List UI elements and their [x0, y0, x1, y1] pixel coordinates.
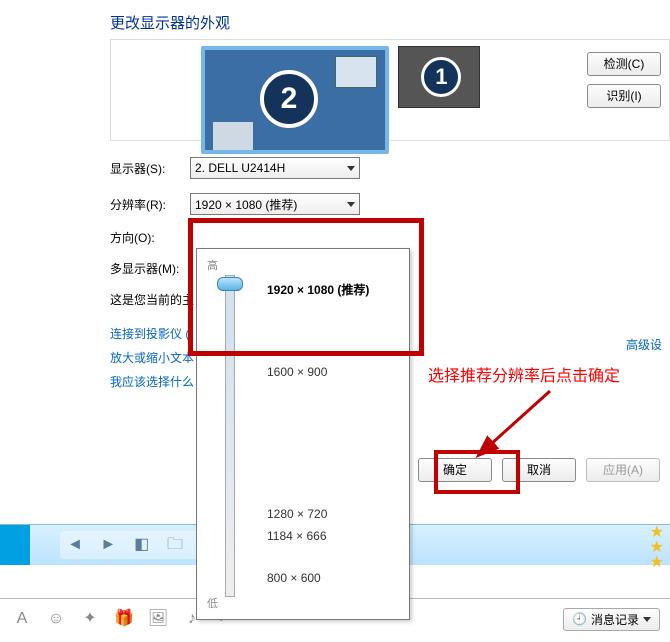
link-projector[interactable]: 连接到投影仪 (: [110, 327, 189, 341]
message-log-label: 消息记录: [591, 611, 639, 628]
chevron-down-icon: [643, 617, 651, 622]
slider-high-label: 高: [207, 257, 218, 273]
resolution-select[interactable]: 1920 × 1080 (推荐): [190, 193, 360, 215]
resolution-label: 分辨率(R):: [110, 196, 190, 213]
res-option-1600[interactable]: 1600 × 900: [267, 365, 327, 379]
gift-icon[interactable]: 🎁: [112, 607, 136, 631]
sparkle-icon[interactable]: ✦: [78, 607, 102, 631]
star-icon: ★: [650, 555, 664, 570]
res-option-1184[interactable]: 1184 × 666: [267, 529, 327, 543]
link-which-settings[interactable]: 我应该选择什么: [110, 375, 194, 389]
slider-low-label: 低: [207, 595, 218, 611]
app-icon[interactable]: ◧: [131, 534, 153, 556]
slider-track[interactable]: [225, 275, 235, 597]
image-icon[interactable]: 🖼: [146, 607, 170, 631]
emoji-icon[interactable]: ☺: [44, 607, 68, 631]
message-log-button[interactable]: 🕘 消息记录: [563, 608, 660, 631]
advanced-settings-link[interactable]: 高级设: [626, 336, 662, 353]
resolution-dropdown[interactable]: 高 低 1920 × 1080 (推荐) 1600 × 900 1280 × 7…: [196, 248, 410, 620]
folder-icon[interactable]: 🗀: [164, 534, 186, 556]
res-option-800[interactable]: 800 × 600: [267, 571, 321, 585]
annotation-text: 选择推荐分辨率后点击确定: [428, 362, 620, 386]
display-label: 显示器(S):: [110, 160, 190, 177]
star-icon: ★: [650, 540, 664, 555]
taskbar-accent: [0, 525, 30, 565]
window-thumb: [335, 56, 377, 88]
monitor-2[interactable]: 2: [201, 46, 389, 154]
chevron-down-icon: [347, 166, 355, 171]
slider-thumb[interactable]: [217, 277, 243, 291]
back-icon[interactable]: ◄: [64, 534, 86, 556]
taskbar-thumb: [213, 122, 253, 150]
current-main-text: 这是您当前的主: [110, 291, 194, 308]
identify-button[interactable]: 识别(I): [587, 84, 661, 108]
orientation-label: 方向(O):: [110, 229, 190, 246]
resolution-value: 1920 × 1080 (推荐): [195, 196, 297, 213]
detect-button[interactable]: 检测(C): [587, 52, 661, 76]
link-zoom-text[interactable]: 放大或缩小文本: [110, 351, 194, 365]
monitor-1[interactable]: 1: [398, 46, 480, 108]
chevron-down-icon: [347, 202, 355, 207]
star-column: ★ ★ ★: [650, 525, 664, 570]
display-select[interactable]: 2. DELL U2414H: [190, 157, 360, 179]
page-title: 更改显示器的外观: [0, 0, 670, 39]
clock-icon: 🕘: [572, 612, 587, 626]
fwd-icon[interactable]: ►: [97, 534, 119, 556]
monitor-2-badge: 2: [260, 70, 318, 128]
res-option-1280[interactable]: 1280 × 720: [267, 507, 327, 521]
annotation-arrow: [470, 386, 570, 466]
star-icon: ★: [650, 525, 664, 540]
monitor-1-badge: 1: [421, 57, 461, 97]
monitor-preview-panel: 2 1 检测(C) 识别(I): [110, 39, 670, 141]
res-option-recommended[interactable]: 1920 × 1080 (推荐): [267, 281, 369, 298]
display-value: 2. DELL U2414H: [195, 161, 285, 175]
font-icon[interactable]: A: [10, 607, 34, 631]
multi-display-label: 多显示器(M):: [110, 260, 190, 277]
apply-button: 应用(A): [586, 458, 660, 482]
